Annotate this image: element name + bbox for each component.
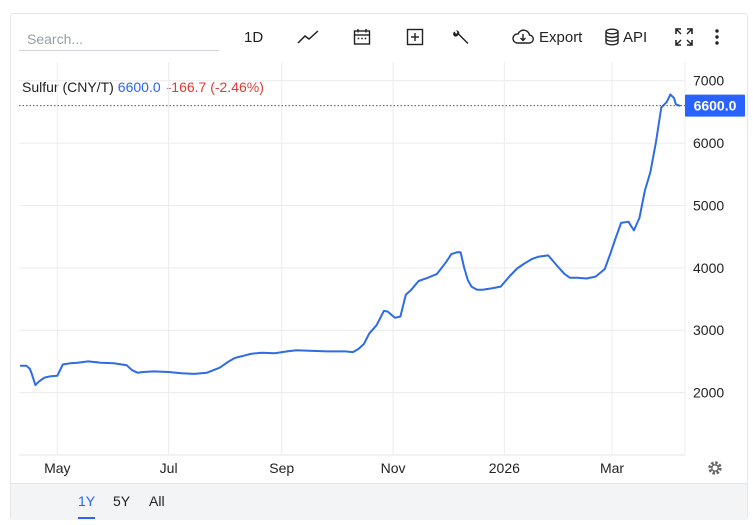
y-tick-label: 3000 [693, 322, 724, 338]
range-all-button[interactable]: All [149, 493, 165, 517]
x-tick-label: Sep [269, 460, 294, 476]
x-tick-label: May [44, 460, 70, 476]
x-tick-label: Mar [600, 460, 624, 476]
y-axis: 2000 3000 4000 5000 6000 7000 [693, 73, 724, 401]
y-tick-label: 7000 [693, 73, 724, 89]
chart-settings-button[interactable] [708, 461, 722, 475]
y-tick-label: 2000 [693, 385, 724, 401]
range-1y-button[interactable]: 1Y [78, 493, 96, 519]
x-tick-label: Jul [160, 460, 178, 476]
chart-widget: 1D [10, 13, 748, 520]
range-selector: 1Y 5Y All [11, 483, 747, 520]
grid-lines [19, 62, 686, 456]
y-tick-label: 5000 [693, 197, 724, 213]
x-tick-label: 2026 [489, 460, 520, 476]
y-tick-label: 4000 [693, 260, 724, 276]
x-tick-label: Nov [381, 460, 406, 476]
price-chart[interactable]: May Jul Sep Nov 2026 Mar 2000 3000 4000 5000 6000… [11, 14, 747, 483]
x-axis: May Jul Sep Nov 2026 Mar [44, 460, 624, 476]
range-5y-button[interactable]: 5Y [113, 493, 130, 517]
series-line-sulfur [19, 93, 681, 387]
last-price-label: 6600.0 [694, 98, 737, 114]
y-tick-label: 6000 [693, 135, 724, 151]
